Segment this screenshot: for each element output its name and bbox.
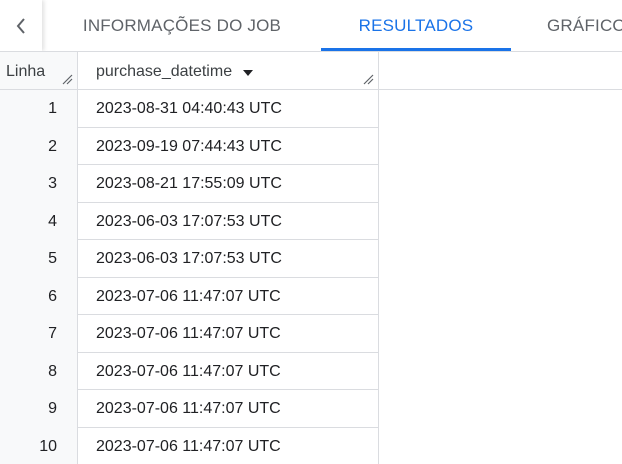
row-number: 9	[0, 390, 78, 428]
scroll-tabs-left-button[interactable]	[0, 0, 42, 51]
purchase-datetime-cell[interactable]: 2023-07-06 11:47:07 UTC	[78, 427, 379, 464]
results-tab-bar: INFORMAÇÕES DO JOB RESULTADOS GRÁFICO	[0, 0, 622, 52]
row-number: 2	[0, 127, 78, 165]
purchase-datetime-cell[interactable]: 2023-07-06 11:47:07 UTC	[78, 390, 379, 428]
caret-down-icon[interactable]	[242, 69, 254, 77]
table-row: 5 2023-06-03 17:07:53 UTC	[0, 240, 379, 278]
row-number: 7	[0, 315, 78, 353]
row-number: 3	[0, 165, 78, 203]
header-empty-area	[379, 52, 622, 90]
tab-results[interactable]: RESULTADOS	[321, 0, 511, 51]
table-row: 1 2023-08-31 04:40:43 UTC	[0, 90, 379, 128]
purchase-datetime-cell[interactable]: 2023-09-19 07:44:43 UTC	[78, 127, 379, 165]
purchase-datetime-cell[interactable]: 2023-07-06 11:47:07 UTC	[78, 315, 379, 353]
resize-handle-icon[interactable]	[61, 73, 73, 85]
table-row: 10 2023-07-06 11:47:07 UTC	[0, 427, 379, 464]
row-number: 6	[0, 277, 78, 315]
row-number: 1	[0, 90, 78, 128]
purchase-datetime-cell[interactable]: 2023-07-06 11:47:07 UTC	[78, 277, 379, 315]
table-row: 7 2023-07-06 11:47:07 UTC	[0, 315, 379, 353]
purchase-datetime-cell[interactable]: 2023-08-31 04:40:43 UTC	[78, 90, 379, 128]
purchase-datetime-cell[interactable]: 2023-07-06 11:47:07 UTC	[78, 352, 379, 390]
table-row: 2 2023-09-19 07:44:43 UTC	[0, 127, 379, 165]
purchase-datetime-cell[interactable]: 2023-08-21 17:55:09 UTC	[78, 165, 379, 203]
row-number-header: Linha	[0, 52, 78, 90]
table-row: 4 2023-06-03 17:07:53 UTC	[0, 202, 379, 240]
results-grid: Linha purchase_datetime 1 2023-08-31 04:4…	[0, 52, 622, 464]
row-number: 5	[0, 240, 78, 278]
table-row: 9 2023-07-06 11:47:07 UTC	[0, 390, 379, 428]
grid-body: 1 2023-08-31 04:40:43 UTC 2 2023-09-19 07:…	[0, 90, 379, 464]
table-row: 8 2023-07-06 11:47:07 UTC	[0, 352, 379, 390]
column-header-purchase-datetime[interactable]: purchase_datetime	[78, 52, 379, 90]
table-row: 3 2023-08-21 17:55:09 UTC	[0, 165, 379, 203]
row-number: 8	[0, 352, 78, 390]
purchase-datetime-cell[interactable]: 2023-06-03 17:07:53 UTC	[78, 240, 379, 278]
chevron-left-icon	[16, 17, 25, 34]
grid-header-row: Linha purchase_datetime	[0, 52, 622, 90]
tab-job-information[interactable]: INFORMAÇÕES DO JOB	[60, 0, 304, 51]
tab-chart[interactable]: GRÁFICO	[531, 0, 622, 51]
row-number: 4	[0, 202, 78, 240]
row-number: 10	[0, 427, 78, 464]
row-number-header-label: Linha	[6, 63, 46, 80]
table-row: 6 2023-07-06 11:47:07 UTC	[0, 277, 379, 315]
resize-handle-icon[interactable]	[362, 73, 374, 85]
purchase-datetime-cell[interactable]: 2023-06-03 17:07:53 UTC	[78, 202, 379, 240]
column-header-label: purchase_datetime	[96, 63, 233, 80]
